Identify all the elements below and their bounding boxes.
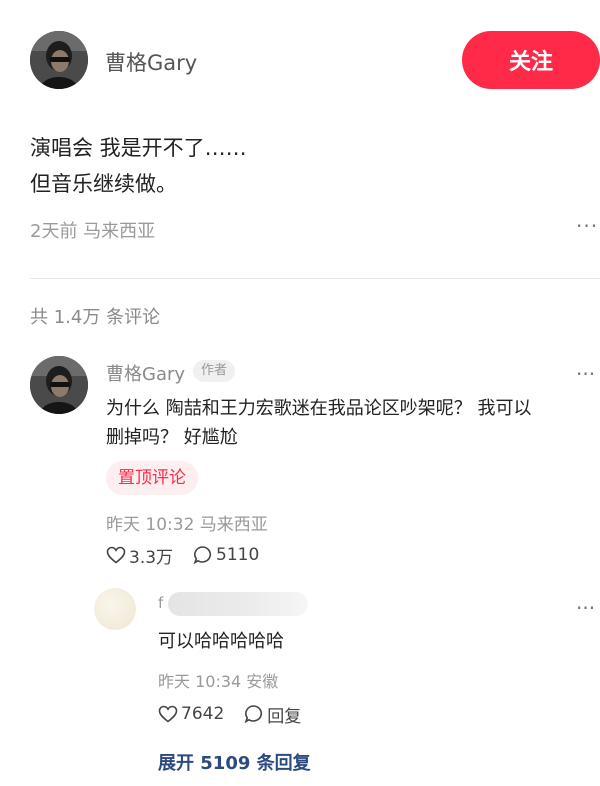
reply-name-blurred[interactable] [168,592,308,616]
comment-text: 为什么 陶喆和王力宏歌迷在我品论区吵架呢？ 我可以 删掉吗？ 好尴尬 [106,394,596,452]
reply-name-fragment: f [158,594,164,612]
comment-line: 删掉吗？ 好尴尬 [106,427,238,448]
heart-icon [106,546,126,564]
comment-count: 共 1.4万 条评论 [30,307,161,328]
comment-bubble-icon [244,705,263,724]
author-name[interactable]: 曹格Gary [105,47,197,77]
comment-more-button[interactable]: ··· [576,362,595,386]
reply-avatar[interactable] [94,588,136,630]
reply-actions: 7642 回复 [158,701,321,727]
post-meta: 2天前 马来西亚 [30,221,156,242]
reply-like-button[interactable]: 7642 [158,704,224,724]
reply-button[interactable]: 5110 [193,545,259,565]
divider [30,278,600,279]
reply-reply-button[interactable]: 回复 [244,702,301,727]
comment-bubble-icon [193,546,212,565]
reply-text: 可以哈哈哈哈哈 [158,631,284,652]
reply-meta: 昨天 10:34 安徽 [158,672,279,691]
reply-more-button[interactable]: ··· [576,596,595,620]
post-content: 演唱会 我是开不了…… 但音乐继续做。 [30,130,247,202]
author-avatar[interactable] [30,31,88,89]
reply-count: 5110 [216,545,260,565]
comment-meta: 昨天 10:32 马来西亚 [106,515,268,535]
author-tag: 作者 [193,360,236,382]
heart-icon [158,705,178,723]
commenter-name[interactable]: 曹格Gary [106,360,185,386]
reply-reply-label: 回复 [267,706,302,727]
expand-replies-link[interactable]: 展开 5109 条回复 [158,749,311,775]
follow-button[interactable]: 关注 [462,31,600,89]
like-count: 3.3万 [129,547,174,568]
pinned-badge: 置顶评论 [106,461,198,495]
post-header: 曹格Gary 关注 [30,31,600,91]
commenter-avatar[interactable] [30,356,88,414]
post-more-button[interactable]: ··· [576,214,598,238]
reply-like-count: 7642 [181,704,225,724]
post-line: 但音乐继续做。 [30,172,177,196]
comment-actions: 3.3万 5110 [106,542,279,568]
comment-line: 为什么 陶喆和王力宏歌迷在我品论区吵架呢？ 我可以 [106,398,532,419]
post-line: 演唱会 我是开不了…… [30,136,247,160]
like-button[interactable]: 3.3万 [106,543,173,568]
